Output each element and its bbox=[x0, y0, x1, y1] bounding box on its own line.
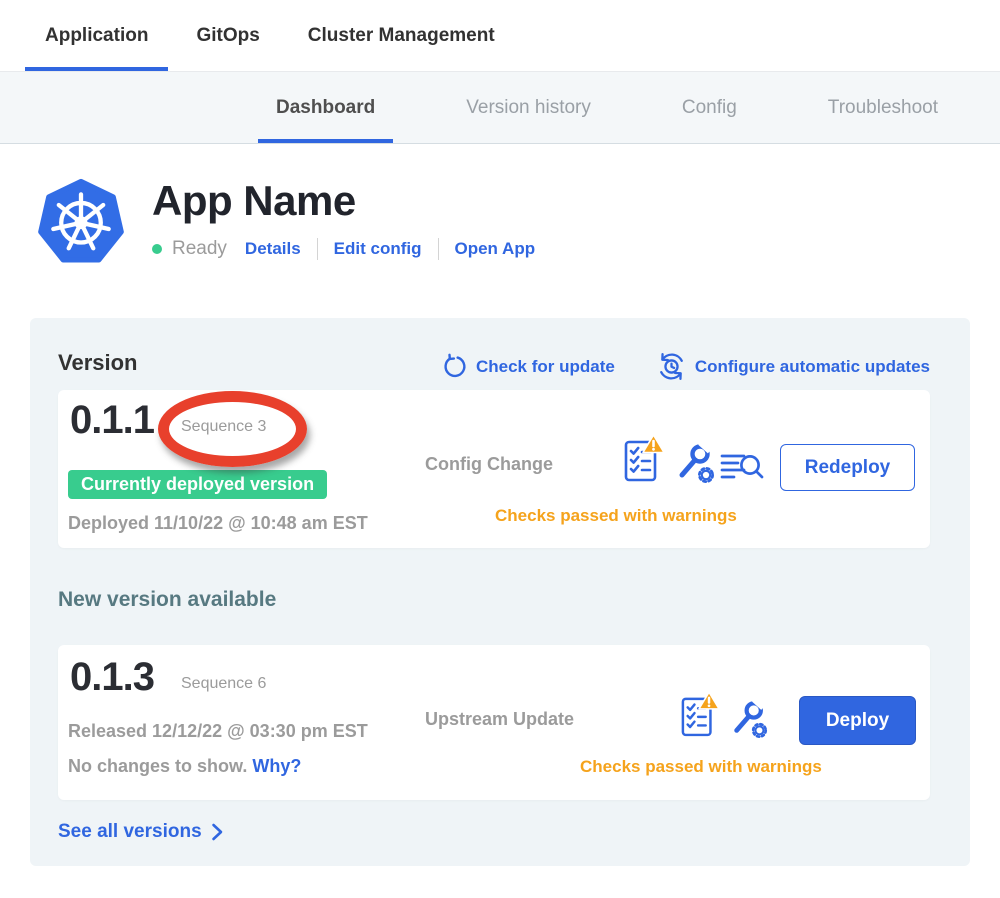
top-nav: Application GitOps Cluster Management bbox=[0, 0, 1000, 72]
version-section: Version Check for update Configur bbox=[30, 318, 970, 866]
divider bbox=[317, 238, 318, 260]
available-version-card: 0.1.3 Sequence 6 Released 12/12/22 @ 03:… bbox=[58, 645, 930, 800]
tab-dashboard-label: Dashboard bbox=[276, 97, 375, 119]
tab-application[interactable]: Application bbox=[25, 0, 168, 71]
available-sequence-label: Sequence 6 bbox=[181, 675, 266, 693]
tab-version-history-label: Version history bbox=[466, 97, 591, 119]
released-timestamp: Released 12/12/22 @ 03:30 pm EST bbox=[68, 721, 368, 742]
tab-version-history[interactable]: Version history bbox=[448, 72, 609, 143]
tab-config[interactable]: Config bbox=[664, 72, 755, 143]
currently-deployed-badge: Currently deployed version bbox=[68, 470, 327, 499]
tab-troubleshoot[interactable]: Troubleshoot bbox=[810, 72, 956, 143]
edit-config-wrench-icon[interactable] bbox=[730, 699, 768, 744]
tab-config-label: Config bbox=[682, 97, 737, 119]
details-link[interactable]: Details bbox=[245, 239, 301, 259]
tab-gitops-label: GitOps bbox=[196, 25, 259, 47]
divider bbox=[438, 238, 439, 260]
see-all-versions-link[interactable]: See all versions bbox=[58, 821, 223, 843]
tab-dashboard[interactable]: Dashboard bbox=[258, 72, 393, 143]
status-dot-icon bbox=[152, 244, 162, 254]
version-section-heading: Version bbox=[58, 350, 137, 376]
see-all-versions-label: See all versions bbox=[58, 821, 202, 843]
auto-update-clock-icon bbox=[657, 352, 686, 381]
deploy-button[interactable]: Deploy bbox=[799, 696, 916, 745]
status-badge: Ready bbox=[172, 238, 227, 260]
open-app-link[interactable]: Open App bbox=[455, 239, 536, 259]
refresh-icon bbox=[442, 354, 467, 379]
preflight-checks-icon[interactable] bbox=[624, 436, 664, 487]
deployed-version-number: 0.1.1 bbox=[70, 398, 154, 443]
kubernetes-logo-icon bbox=[38, 176, 124, 266]
redeploy-button[interactable]: Redeploy bbox=[780, 444, 915, 491]
tab-gitops[interactable]: GitOps bbox=[176, 0, 279, 71]
changes-note: No changes to show. Why? bbox=[68, 756, 301, 777]
tab-cluster-management[interactable]: Cluster Management bbox=[288, 0, 515, 71]
version-actions: Check for update Configure automatic upd… bbox=[442, 352, 930, 381]
view-diff-icon[interactable] bbox=[720, 452, 764, 489]
no-changes-text: No changes to show. bbox=[68, 756, 247, 776]
app-status-row: Ready Details Edit config Open App bbox=[152, 238, 535, 260]
check-for-update-button[interactable]: Check for update bbox=[442, 354, 615, 379]
deployed-source-label: Config Change bbox=[425, 454, 553, 475]
page-title: App Name bbox=[152, 178, 535, 224]
preflight-checks-icon[interactable] bbox=[681, 693, 719, 742]
deployed-checks-status: Checks passed with warnings bbox=[495, 506, 737, 526]
available-source-label: Upstream Update bbox=[425, 709, 574, 730]
configure-automatic-updates-label: Configure automatic updates bbox=[695, 357, 930, 377]
app-header: App Name Ready Details Edit config Open … bbox=[38, 176, 535, 266]
why-link[interactable]: Why? bbox=[252, 756, 301, 776]
tab-cluster-management-label: Cluster Management bbox=[308, 25, 495, 47]
tab-application-label: Application bbox=[45, 25, 148, 47]
app-header-text: App Name Ready Details Edit config Open … bbox=[152, 176, 535, 260]
edit-config-link[interactable]: Edit config bbox=[334, 239, 422, 259]
edit-config-wrench-icon[interactable] bbox=[675, 442, 715, 489]
tab-troubleshoot-label: Troubleshoot bbox=[828, 97, 938, 119]
deployed-sequence-label: Sequence 3 bbox=[181, 418, 266, 436]
deployed-version-card: 0.1.1 Sequence 3 Currently deployed vers… bbox=[58, 390, 930, 548]
available-version-number: 0.1.3 bbox=[70, 655, 154, 700]
chevron-right-icon bbox=[212, 823, 223, 841]
deployed-timestamp: Deployed 11/10/22 @ 10:48 am EST bbox=[68, 513, 368, 534]
check-for-update-label: Check for update bbox=[476, 357, 615, 377]
configure-automatic-updates-button[interactable]: Configure automatic updates bbox=[657, 352, 930, 381]
admin-console-page: Application GitOps Cluster Management Da… bbox=[0, 0, 1000, 898]
available-checks-status: Checks passed with warnings bbox=[580, 757, 822, 777]
sub-nav: Dashboard Version history Config Trouble… bbox=[0, 72, 1000, 144]
new-version-heading: New version available bbox=[58, 588, 276, 612]
